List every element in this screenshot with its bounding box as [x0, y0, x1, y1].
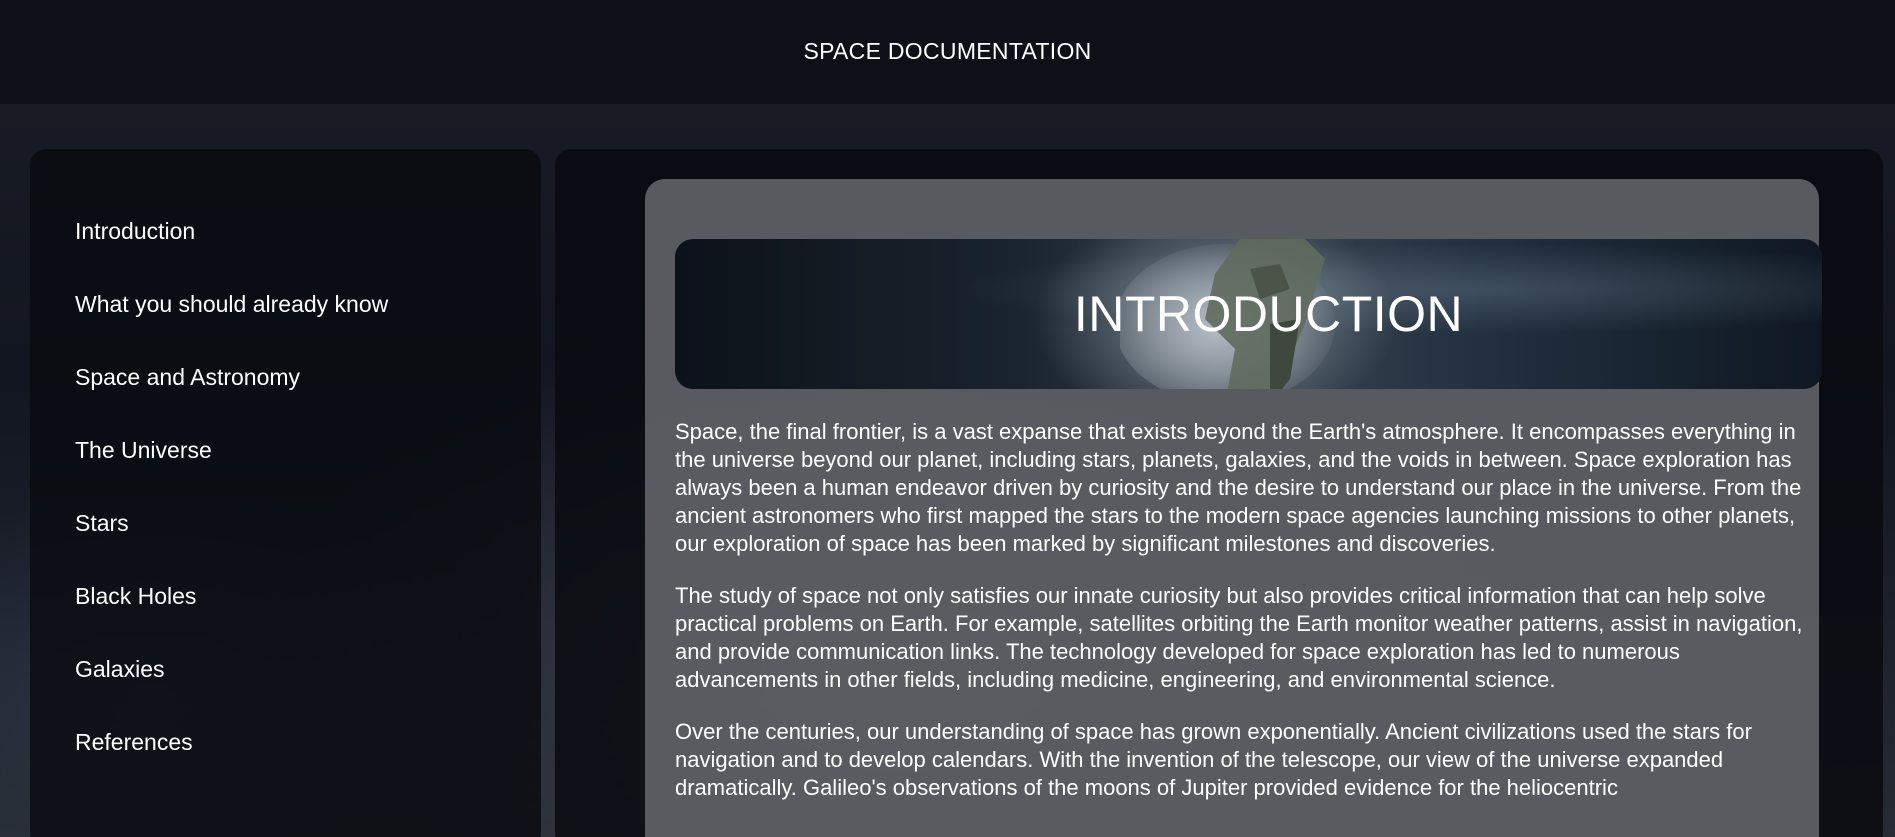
paragraph: Space, the final frontier, is a vast exp… [675, 419, 1802, 556]
article-body: Space, the final frontier, is a vast exp… [675, 418, 1825, 826]
sidebar-item-space-and-astronomy[interactable]: Space and Astronomy [75, 364, 388, 437]
sidebar-nav-list: Introduction What you should already kno… [75, 218, 388, 802]
site-title: SPACE DOCUMENTATION [803, 37, 1092, 64]
paragraph: The study of space not only satisfies ou… [675, 583, 1803, 692]
sidebar-item-stars[interactable]: Stars [75, 510, 388, 583]
paragraph: Over the centuries, our understanding of… [675, 719, 1752, 800]
top-header: SPACE DOCUMENTATION [0, 0, 1895, 104]
section-title: INTRODUCTION [1073, 286, 1464, 342]
sidebar-item-galaxies[interactable]: Galaxies [75, 656, 388, 729]
sidebar-item-black-holes[interactable]: Black Holes [75, 583, 388, 656]
sidebar-item-introduction[interactable]: Introduction [75, 218, 388, 291]
sidebar-item-the-universe[interactable]: The Universe [75, 437, 388, 510]
sidebar-item-references[interactable]: References [75, 729, 388, 802]
sidebar-item-what-you-should-already-know[interactable]: What you should already know [75, 291, 388, 364]
section-banner: INTRODUCTION [675, 239, 1822, 389]
sidebar: Introduction What you should already kno… [30, 149, 541, 837]
